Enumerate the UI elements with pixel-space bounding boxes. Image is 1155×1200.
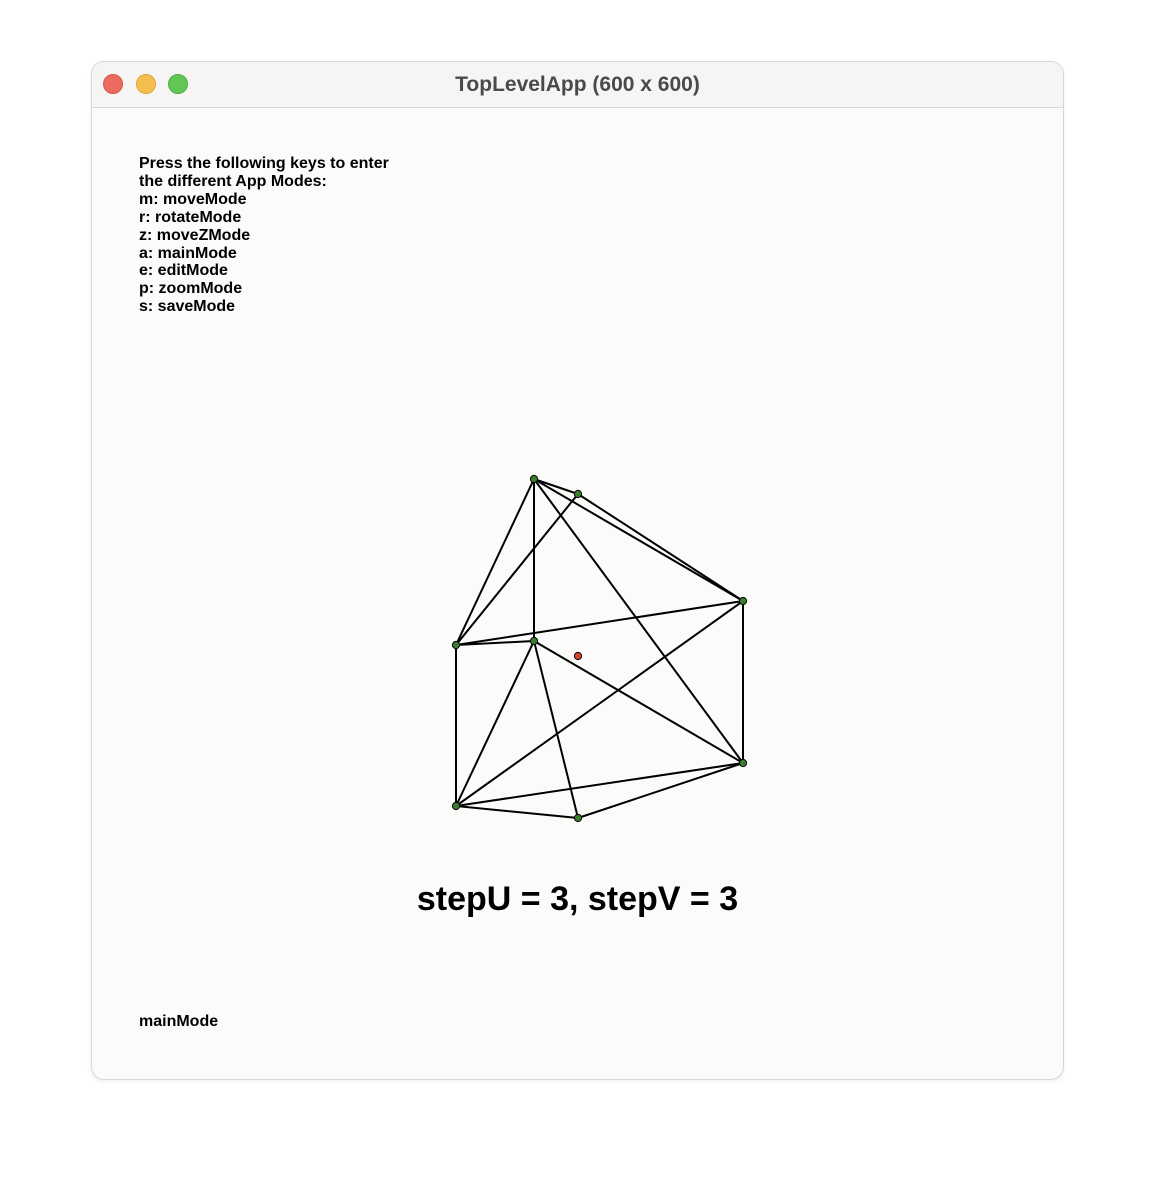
mesh-vertex[interactable] <box>573 813 583 823</box>
drawing-canvas[interactable]: Press the following keys to enter the di… <box>95 108 1060 1074</box>
mesh-edge <box>533 478 744 602</box>
mesh-edge <box>533 640 744 764</box>
mesh-vertex[interactable] <box>451 640 461 650</box>
app-window: TopLevelApp (600 x 600) Press the follow… <box>92 62 1063 1079</box>
mesh-vertex[interactable] <box>529 474 539 484</box>
mesh-edges <box>455 478 744 819</box>
mesh-edge <box>533 478 744 764</box>
step-label: stepU = 3, stepV = 3 <box>416 880 739 918</box>
minimize-window-button[interactable] <box>136 74 156 94</box>
title-bar[interactable]: TopLevelApp (600 x 600) <box>92 62 1063 108</box>
zoom-window-button[interactable] <box>168 74 188 94</box>
window-title: TopLevelApp (600 x 600) <box>455 73 700 96</box>
mesh-edge <box>577 493 744 602</box>
mesh-edge <box>455 640 535 807</box>
mesh-vertex[interactable] <box>738 758 748 768</box>
mesh-vertex[interactable] <box>529 636 539 646</box>
mesh-edge <box>455 805 579 819</box>
mesh-edge <box>455 762 744 807</box>
mesh-center-point[interactable] <box>573 651 583 661</box>
wireframe-mesh[interactable] <box>95 108 1060 1074</box>
current-mode-label: mainMode <box>139 1013 219 1030</box>
mesh-edge <box>577 762 744 819</box>
close-window-button[interactable] <box>103 74 123 94</box>
mesh-vertex[interactable] <box>451 801 461 811</box>
mesh-edge <box>455 600 744 646</box>
mesh-vertex[interactable] <box>573 489 583 499</box>
mesh-vertex[interactable] <box>738 596 748 606</box>
